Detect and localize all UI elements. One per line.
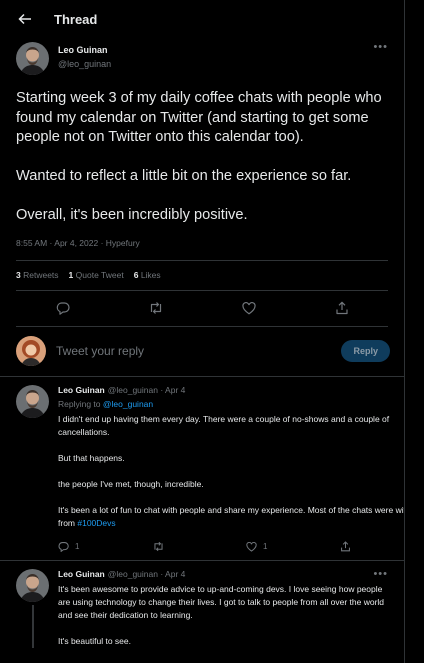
reply-icon[interactable] <box>55 300 71 316</box>
avatar[interactable] <box>16 336 46 366</box>
retweet-icon[interactable] <box>148 300 164 316</box>
reply-paragraph: It's been awesome to provide advice to u… <box>58 583 385 620</box>
heart-icon[interactable] <box>241 300 257 316</box>
thread-connector <box>31 604 34 648</box>
reply-icon <box>58 542 69 552</box>
avatar[interactable] <box>16 384 49 418</box>
retweet-action[interactable] <box>152 541 246 552</box>
more-horizontal-icon[interactable]: ••• <box>373 42 388 53</box>
reply-paragraph: the people I've met, though, incredible. <box>58 478 204 489</box>
like-count: 1 <box>263 542 268 551</box>
share-icon[interactable] <box>334 300 350 316</box>
likes-stat[interactable]: 6 Likes <box>134 270 161 280</box>
reply-author-name[interactable]: Leo Guinan <box>58 569 105 580</box>
avatar[interactable] <box>16 42 49 75</box>
reply-paragraph: It's been a lot of fun to chat with peop… <box>58 504 405 528</box>
reply-composer: Tweet your reply Reply <box>0 327 404 377</box>
tweet-actions <box>16 291 388 327</box>
quotes-stat[interactable]: 1 Quote Tweet <box>69 270 124 280</box>
retweets-stat[interactable]: 3 Retweets <box>16 270 59 280</box>
author-handle[interactable]: @leo_guinan <box>58 58 111 70</box>
reply-input[interactable]: Tweet your reply <box>56 344 341 358</box>
share-action[interactable] <box>340 541 404 552</box>
reply-paragraph: But that happens. <box>58 452 125 463</box>
reply-action[interactable]: 1 <box>58 541 152 552</box>
reply-author-name[interactable]: Leo Guinan <box>58 385 105 396</box>
mention-link[interactable]: @leo_guinan <box>103 399 153 409</box>
arrow-left-icon[interactable] <box>16 10 34 28</box>
thread-view: Thread Leo Guinan @leo_guinan ••• Starti… <box>0 0 405 663</box>
heart-icon <box>246 541 257 552</box>
page-title: Thread <box>54 11 98 27</box>
reply-paragraph: It's beautiful to see. <box>58 635 131 646</box>
author-name[interactable]: Leo Guinan <box>58 44 111 56</box>
reply-text: I didn't end up having them every day. T… <box>58 413 405 530</box>
scrollbar-gutter <box>405 0 424 663</box>
replying-to: Replying to @leo_guinan <box>58 398 154 409</box>
like-action[interactable]: 1 <box>246 541 340 552</box>
reply-meta[interactable]: @leo_guinan · Apr 4 <box>108 569 186 580</box>
reply-tweet[interactable]: Leo Guinan @leo_guinan · Apr 4 ••• Reply… <box>0 377 404 561</box>
reply-count: 1 <box>75 542 80 551</box>
hashtag-link[interactable]: #100Devs <box>77 518 115 528</box>
reply-meta[interactable]: @leo_guinan · Apr 4 <box>108 385 186 396</box>
avatar[interactable] <box>16 568 49 602</box>
tweet-timestamp[interactable]: 8:55 AM · Apr 4, 2022 · Hypefury <box>16 238 388 248</box>
main-tweet: Leo Guinan @leo_guinan ••• Starting week… <box>0 38 404 327</box>
tweet-stats: 3 Retweets 1 Quote Tweet 6 Likes <box>16 259 388 291</box>
more-horizontal-icon[interactable]: ••• <box>373 569 388 580</box>
tweet-paragraph: Wanted to reflect a little bit on the ex… <box>16 168 352 184</box>
reply-text: It's been awesome to provide advice to u… <box>58 583 388 648</box>
tweet-paragraph: Overall, it's been incredibly positive. <box>16 207 248 223</box>
retweet-icon <box>154 541 163 552</box>
reply-actions: 1 1 <box>58 534 404 560</box>
reply-tweet[interactable]: Leo Guinan @leo_guinan · Apr 4 ••• It's … <box>0 561 404 648</box>
reply-paragraph: I didn't end up having them every day. T… <box>58 413 390 437</box>
share-icon <box>341 541 350 552</box>
reply-button[interactable]: Reply <box>341 340 390 362</box>
tweet-paragraph: Starting week 3 of my daily coffee chats… <box>16 90 382 145</box>
top-bar: Thread <box>0 0 404 38</box>
tweet-text: Starting week 3 of my daily coffee chats… <box>16 89 388 226</box>
tweet-author-row: Leo Guinan @leo_guinan ••• <box>16 42 388 75</box>
